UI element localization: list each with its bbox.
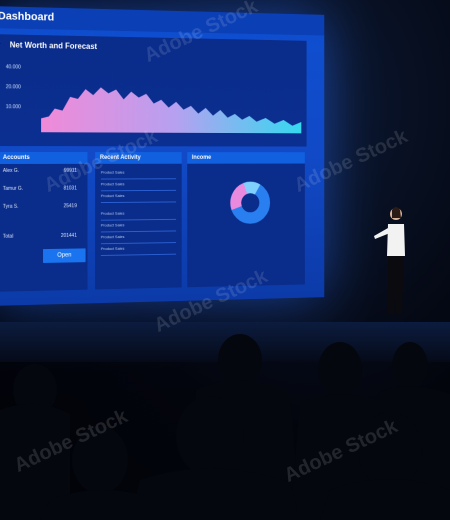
account-row: Tyra S. 25419 <box>3 203 83 210</box>
list-item: Product Sales <box>100 244 177 256</box>
income-donut-chart <box>229 181 271 225</box>
presenter-blouse <box>387 224 405 256</box>
net-worth-area-chart <box>41 86 302 134</box>
open-button[interactable]: Open <box>43 248 86 263</box>
presenter-figure <box>374 207 405 314</box>
screen-title: Dashboard <box>0 10 55 24</box>
presenter-hair <box>392 207 401 218</box>
account-name: Alex G. <box>2 167 20 174</box>
net-worth-title: Net Worth and Forecast <box>9 40 98 52</box>
list-item: Product Sales <box>100 181 177 192</box>
y-tick: 40.000 <box>5 64 21 71</box>
y-tick: 20.000 <box>5 84 21 91</box>
account-total-row: Total 201441 <box>3 233 83 240</box>
list-item: Product Sales <box>100 210 177 221</box>
account-value: 201441 <box>60 232 77 239</box>
list-item: Product Sales <box>100 192 177 204</box>
recent-activity-panel: Recent Activity Product Sales Product Sa… <box>95 152 182 290</box>
area-series <box>41 86 302 134</box>
list-item: Product Sales <box>100 233 177 245</box>
list-item: Product Sales <box>100 169 177 180</box>
income-panel: Income <box>187 152 305 288</box>
list-item: Product Sales <box>100 221 177 233</box>
y-tick: 10.000 <box>5 104 21 111</box>
account-value: 25419 <box>63 203 77 210</box>
auditorium-scene: Dashboard Net Worth and Forecast 40.000 … <box>0 0 450 520</box>
income-title: Income <box>187 152 305 164</box>
presenter-trousers <box>388 256 404 314</box>
account-name: Tamur G. <box>2 185 24 192</box>
account-name: Tyra S. <box>2 203 19 210</box>
account-name: Total <box>2 233 14 240</box>
